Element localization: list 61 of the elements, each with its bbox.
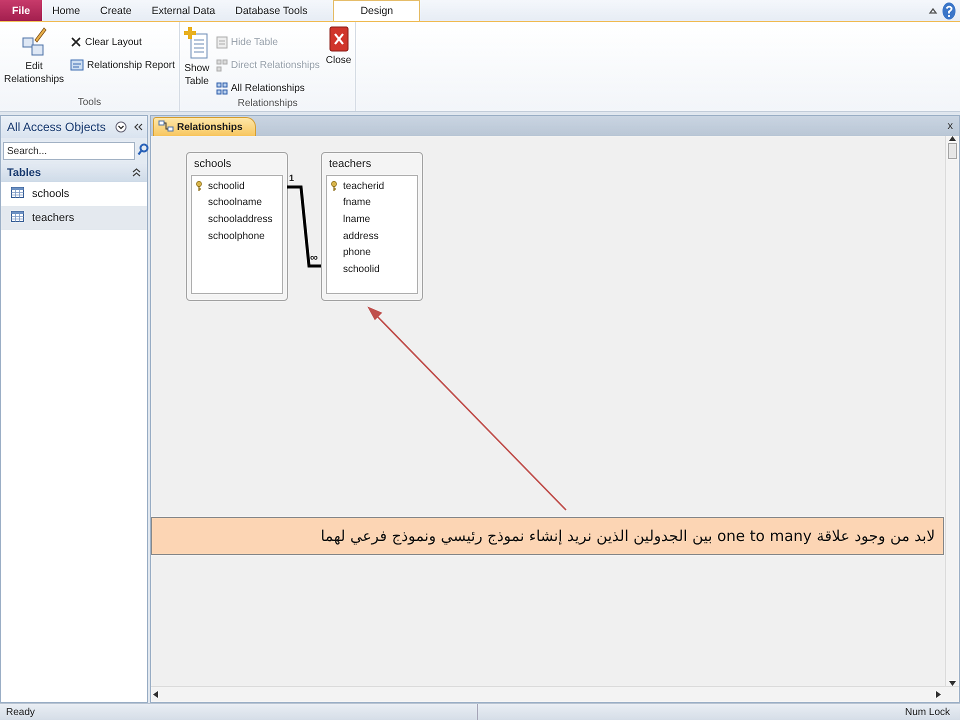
nav-item[interactable]: schools: [1, 182, 147, 206]
file-tab[interactable]: File: [0, 0, 42, 21]
field-name[interactable]: schoolphone: [208, 230, 265, 242]
field-name[interactable]: phone: [343, 247, 371, 258]
collapse-chevron-icon[interactable]: [132, 166, 141, 180]
relationships-icon: [158, 120, 174, 134]
scroll-right-icon[interactable]: [936, 691, 941, 698]
ribbon-small-button[interactable]: Relationship Report: [68, 55, 177, 75]
ribbon-button[interactable]: Close: [324, 24, 354, 98]
report-icon: [70, 59, 84, 71]
group-header[interactable]: Tables: [1, 164, 147, 182]
ribbon-tab[interactable]: Design: [333, 0, 420, 21]
field-name[interactable]: fname: [343, 197, 371, 208]
relationship-line[interactable]: [287, 186, 321, 268]
ribbon-tab[interactable]: Database Tools: [225, 0, 318, 21]
field-name[interactable]: address: [343, 230, 379, 242]
field-name[interactable]: teacherid: [343, 180, 384, 192]
table-icon: [11, 187, 24, 201]
minimize-ribbon-icon[interactable]: [928, 6, 938, 16]
field-name[interactable]: lname: [343, 214, 370, 225]
search-field[interactable]: Search...: [3, 142, 135, 160]
close-icon: [328, 26, 349, 52]
vertical-scrollbar[interactable]: [945, 136, 959, 686]
ribbon-tab[interactable]: External Data: [142, 0, 226, 21]
field-name[interactable]: schooladdress: [208, 214, 272, 225]
ribbon-button[interactable]: Edit Relationships: [2, 24, 66, 97]
ribbon-small-button[interactable]: Clear Layout: [68, 32, 177, 52]
status-text: Ready: [0, 704, 478, 720]
table-icon: [11, 211, 24, 225]
status-text: Num Lock: [904, 706, 951, 718]
ribbon-group-label: Relationships: [236, 98, 299, 111]
ribbon-tab[interactable]: Create: [90, 0, 142, 21]
scroll-left-icon[interactable]: [153, 691, 158, 698]
relationship-label: ∞: [310, 252, 318, 264]
table-title: schools: [193, 157, 232, 172]
dropdown-icon[interactable]: [115, 121, 127, 133]
relationship-label: 1: [289, 173, 294, 183]
scroll-thumb[interactable]: [948, 143, 957, 159]
search-icon[interactable]: [137, 143, 149, 156]
squares-icon: [216, 58, 228, 72]
collapse-icon[interactable]: [133, 122, 143, 132]
pencil-tables-icon: [21, 26, 48, 58]
callout-note: لابد من وجود علاقة one to many بين الجدولين الذين نريد إنشاء نموذج رئيسي ونموذج فرعي لهما: [151, 517, 944, 555]
nav-item[interactable]: teachers: [1, 206, 147, 230]
ribbon-button[interactable]: Show Table: [182, 24, 212, 98]
table-icon: [216, 36, 228, 48]
document-tab[interactable]: Relationships: [153, 117, 256, 136]
table-title: teachers: [328, 157, 372, 172]
field-name[interactable]: schoolid: [343, 264, 380, 275]
ribbon-group-label: Tools: [76, 97, 102, 110]
ribbon-tab[interactable]: Home: [42, 0, 90, 21]
table-window[interactable]: teachers teacherid fname lname address phone schoolid: [321, 152, 423, 301]
help-icon[interactable]: [942, 2, 956, 20]
table-plus-icon: [184, 26, 210, 60]
field-name[interactable]: schoolid: [208, 180, 245, 192]
field-name[interactable]: schoolname: [208, 197, 262, 208]
close-tab-button[interactable]: x: [948, 120, 959, 132]
table-window[interactable]: schools schoolid schoolname schooladdress schoolphone: [186, 152, 288, 301]
x-icon: [70, 36, 82, 48]
ribbon-small-button[interactable]: All Relationships: [214, 78, 322, 98]
squares-icon: [216, 82, 228, 94]
